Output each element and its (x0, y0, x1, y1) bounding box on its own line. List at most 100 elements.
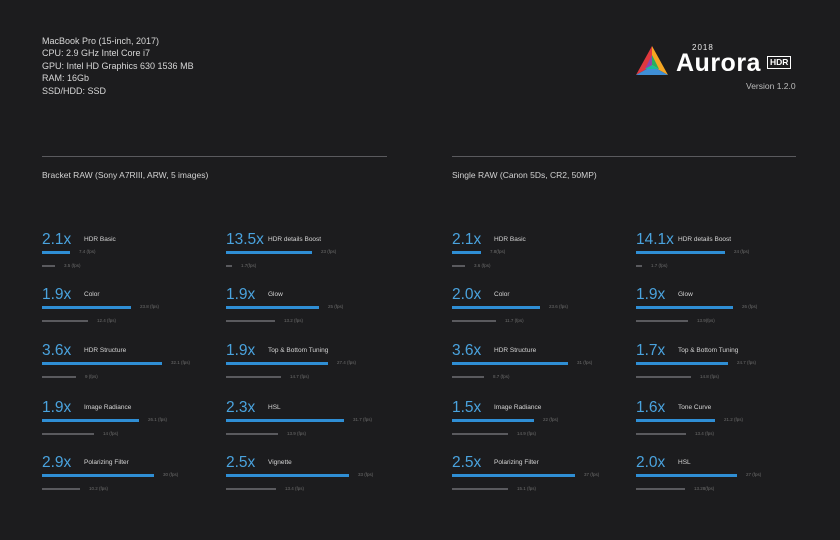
fps-new-label: 24.7 (fps) (737, 360, 757, 365)
bar-new-version (226, 362, 328, 365)
bar-old-version (636, 433, 686, 435)
bar-new-version (226, 419, 344, 422)
speedup-factor: 2.1x (452, 231, 482, 248)
fps-new-label: 31 (fps) (577, 360, 593, 365)
divider-right (452, 156, 796, 157)
speedup-factor: 2.5x (452, 454, 482, 471)
benchmark-item: 1.5x Image Radiance 22 (fps) 14.9 (fps) (452, 399, 622, 444)
speedup-factor: 2.1x (42, 231, 72, 248)
bar-new-version (452, 419, 534, 422)
speedup-factor: 1.9x (42, 399, 72, 416)
fps-new-label: 23 (fps) (321, 249, 337, 254)
bar-new-version (452, 251, 481, 254)
benchmark-label: Top & Bottom Tuning (678, 347, 739, 354)
bar-old-version (636, 376, 691, 378)
logo-hdr-badge: HDR (767, 56, 792, 69)
divider-left (42, 156, 387, 157)
fps-old-label: 13.9 (fps) (287, 431, 307, 436)
benchmark-item: 1.9x Glow 25 (fps) 13.2 (fps) (226, 286, 396, 331)
speedup-factor: 2.0x (636, 454, 666, 471)
fps-old-label: 14.9 (fps) (517, 431, 537, 436)
aurora-triangle-icon (636, 46, 668, 75)
fps-old-label: 15.1 (fps) (517, 486, 537, 491)
aurora-hdr-logo: 2018 Aurora HDR (634, 43, 794, 79)
fps-old-label: 12.4 (fps) (97, 318, 117, 323)
bar-new-version (452, 306, 540, 309)
benchmark-item: 14.1x HDR details Boost 24 (fps) 1.7 (fps) (636, 231, 806, 276)
bar-old-version (636, 320, 688, 322)
benchmark-label: Polarizing Filter (84, 459, 129, 466)
benchmark-label: HDR Structure (84, 347, 127, 354)
fps-old-label: 9 (fps) (85, 374, 98, 379)
benchmark-item: 2.1x HDR Basic 7.4 (fps) 3.5 (fps) (42, 231, 212, 276)
bar-new-version (226, 251, 312, 254)
benchmark-label: Color (494, 291, 510, 298)
benchmark-label: Image Radiance (494, 404, 542, 411)
spec-model: MacBook Pro (15-inch, 2017) (42, 36, 160, 46)
section-title-bracket: Bracket RAW (Sony A7RIII, ARW, 5 images) (42, 170, 209, 180)
section-title-single: Single RAW (Canon 5Ds, CR2, 50MP) (452, 170, 597, 180)
bar-old-version (42, 488, 80, 490)
bar-new-version (636, 474, 737, 477)
benchmark-label: Glow (268, 291, 283, 298)
speedup-factor: 1.9x (226, 286, 256, 303)
machine-specs: MacBook Pro (15-inch, 2017) CPU: 2.9 GHz… (42, 35, 194, 97)
fps-new-label: 32.1 (fps) (171, 360, 191, 365)
benchmark-label: HDR Basic (84, 236, 116, 243)
fps-old-label: 14.8 (fps) (700, 374, 720, 379)
fps-old-label: 1.7(fps) (241, 263, 257, 268)
benchmark-label: HDR details Boost (678, 236, 732, 243)
bar-old-version (452, 433, 508, 435)
bar-old-version (42, 320, 88, 322)
bar-new-version (636, 362, 728, 365)
bar-new-version (226, 306, 319, 309)
benchmark-label: Image Radiance (84, 404, 132, 411)
bar-old-version (226, 433, 278, 435)
bar-new-version (636, 419, 715, 422)
fps-new-label: 27.4 (fps) (337, 360, 357, 365)
benchmark-item: 1.6x Tone Curve 21.2 (fps) 13.4 (fps) (636, 399, 806, 444)
fps-new-label: 27 (fps) (746, 472, 762, 477)
benchmark-item: 3.6x HDR Structure 32.1 (fps) 9 (fps) (42, 342, 212, 387)
bar-old-version (636, 488, 685, 490)
bar-new-version (452, 362, 568, 365)
bar-old-version (42, 265, 55, 267)
bar-old-version (636, 265, 642, 267)
benchmark-item: 13.5x HDR details Boost 23 (fps) 1.7(fps) (226, 231, 396, 276)
fps-new-label: 26 (fps) (742, 304, 758, 309)
benchmark-item: 1.9x Top & Bottom Tuning 27.4 (fps) 14.7 (f… (226, 342, 396, 387)
benchmark-item: 1.9x Glow 26 (fps) 13.9(fps) (636, 286, 806, 331)
bar-new-version (42, 474, 154, 477)
benchmark-label: HSL (678, 459, 691, 466)
bar-new-version (42, 306, 131, 309)
speedup-factor: 3.6x (42, 342, 72, 359)
fps-new-label: 21.2 (fps) (724, 417, 744, 422)
bar-old-version (42, 376, 76, 378)
benchmark-item: 2.9x Polarizing Filter 30 (fps) 10.2 (fps) (42, 454, 212, 499)
fps-new-label: 37 (fps) (584, 472, 600, 477)
spec-gpu: GPU: Intel HD Graphics 630 1536 MB (42, 60, 194, 71)
speedup-factor: 1.6x (636, 399, 666, 416)
bar-new-version (636, 251, 725, 254)
version-label: Version 1.2.0 (746, 81, 796, 91)
fps-old-label: 13.4 (fps) (695, 431, 715, 436)
bar-old-version (42, 433, 94, 435)
speedup-factor: 2.0x (452, 286, 482, 303)
benchmark-label: Glow (678, 291, 693, 298)
benchmark-label: Color (84, 291, 100, 298)
benchmark-item: 3.6x HDR Structure 31 (fps) 8.7 (fps) (452, 342, 622, 387)
bar-old-version (452, 488, 508, 490)
speedup-factor: 2.3x (226, 399, 256, 416)
bar-new-version (42, 362, 162, 365)
fps-new-label: 30 (fps) (163, 472, 179, 477)
fps-new-label: 23.6 (fps) (549, 304, 569, 309)
bar-old-version (452, 320, 496, 322)
benchmark-label: Tone Curve (678, 404, 712, 411)
fps-new-label: 7.4 (fps) (79, 249, 96, 254)
benchmark-label: HDR details Boost (268, 236, 322, 243)
benchmark-item: 2.3x HSL 31.7 (fps) 13.9 (fps) (226, 399, 396, 444)
spec-ram: RAM: 16Gb (42, 73, 90, 84)
logo-wordmark: Aurora (676, 49, 761, 77)
bar-new-version (452, 474, 575, 477)
speedup-factor: 1.9x (636, 286, 666, 303)
